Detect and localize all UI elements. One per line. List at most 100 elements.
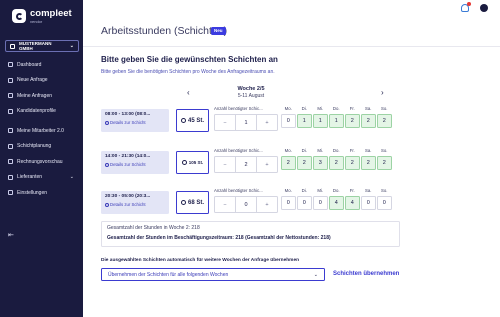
apply-weeks-select[interactable]: Übernehmen der Schichten für alle folgen…	[101, 268, 325, 281]
day-count-field[interactable]: 3	[313, 156, 328, 170]
shift-details-link[interactable]: Details zur Schicht	[105, 202, 165, 207]
day-name: Sa.	[365, 148, 372, 153]
sidebar-item-label: Neue Anfrage	[17, 77, 48, 84]
day-name: Sa.	[365, 106, 372, 111]
shift-count-stepper: −1 +	[214, 114, 278, 131]
logo[interactable]: compleet vendor	[12, 9, 72, 24]
day-count-field[interactable]: 4	[329, 196, 344, 210]
day-column: Fr. 2	[345, 148, 360, 170]
employees-icon	[8, 128, 13, 134]
sidebar-item-my-requests[interactable]: Meine Anfragen	[0, 88, 83, 104]
week-title: Woche 2/5	[237, 86, 265, 92]
apply-shifts-button[interactable]: Schichten übernehmen	[333, 271, 399, 277]
shift-count-value[interactable]: 2	[235, 157, 257, 172]
section-subtext: Bitte geben Sie die benötigten Schichten…	[101, 69, 275, 75]
shift-row: 20:30 - 05:00 (20:3... Details zur Schich…	[101, 188, 401, 223]
shift-hours: 68 St.	[187, 199, 204, 206]
clock-icon	[180, 200, 186, 205]
day-count-field[interactable]: 0	[297, 196, 312, 210]
shift-time: 14:00 - 21:30 (14:0...	[105, 154, 151, 159]
day-name: So.	[381, 188, 388, 193]
page-title: Arbeitsstunden (Schichten)	[101, 25, 228, 37]
chevron-down-icon: ⌄	[69, 174, 74, 181]
hours-summary: Gesamtzahl der Stunden in Woche 2: 218 G…	[101, 221, 400, 247]
info-icon	[105, 202, 109, 207]
notification-bell-icon[interactable]	[461, 2, 471, 12]
shift-time: 20:30 - 05:00 (20:3...	[105, 194, 151, 199]
shift-time: 08:00 - 13:00 (08:0...	[105, 112, 151, 117]
sidebar-item-shift-planning[interactable]: Schichtplanung	[0, 139, 83, 155]
shift-card: 08:00 - 13:00 (08:0... Details zur Schich…	[101, 109, 169, 132]
company-selector[interactable]: MUSTERMANN GMBH ⌄	[5, 40, 79, 52]
sidebar-item-settings[interactable]: Einstellungen	[0, 185, 83, 201]
shift-details-link[interactable]: Details zur Schicht	[105, 120, 165, 125]
stepper-label: Anzahl benötigter Schic...	[214, 188, 263, 193]
day-count-field[interactable]: 4	[345, 196, 360, 210]
day-count-field[interactable]: 0	[281, 114, 296, 128]
requests-icon	[8, 93, 13, 99]
day-count-field[interactable]: 2	[377, 156, 392, 170]
suppliers-icon	[8, 174, 13, 180]
day-count-field[interactable]: 2	[345, 156, 360, 170]
increment-button[interactable]: +	[257, 197, 277, 212]
sidebar-item-suppliers[interactable]: Lieferanten ⌄	[0, 170, 83, 186]
day-grid: Mo. 2 Di. 2 Mi. 3 Do. 2 Fr. 2 Sa. 2 So. 2	[281, 148, 392, 170]
shift-hours-badge: 45 St.	[176, 109, 209, 132]
settings-icon	[8, 190, 13, 196]
day-count-field[interactable]: 1	[313, 114, 328, 128]
day-name: Mo.	[284, 188, 292, 193]
sidebar-item-label: Kandidatenprofile	[17, 108, 56, 115]
day-column: So. 2	[377, 148, 392, 170]
day-column: Mi. 1	[313, 106, 328, 128]
decrement-button[interactable]: −	[215, 157, 235, 172]
day-count-field[interactable]: 2	[281, 156, 296, 170]
increment-button[interactable]: +	[257, 115, 277, 130]
day-count-field[interactable]: 2	[297, 156, 312, 170]
shift-details-label: Details zur Schicht	[110, 162, 146, 167]
header-divider	[83, 46, 500, 47]
logo-name: compleet	[30, 8, 72, 19]
day-name: Mi.	[317, 106, 324, 111]
increment-button[interactable]: +	[257, 157, 277, 172]
user-avatar-icon[interactable]	[480, 4, 488, 12]
sidebar-item-dashboard[interactable]: Dashboard	[0, 57, 83, 73]
day-count-field[interactable]: 2	[345, 114, 360, 128]
day-name: Di.	[301, 148, 307, 153]
day-count-field[interactable]: 2	[377, 114, 392, 128]
sidebar-item-employees[interactable]: Meine Mitarbeiter 2.0	[0, 123, 83, 139]
day-count-field[interactable]: 0	[281, 196, 296, 210]
day-count-field[interactable]: 2	[361, 114, 376, 128]
decrement-button[interactable]: −	[215, 115, 235, 130]
previous-week-icon[interactable]: ‹	[187, 88, 190, 97]
invoice-icon	[8, 159, 13, 165]
decrement-button[interactable]: −	[215, 197, 235, 212]
day-grid: Mo. 0 Di. 1 Mi. 1 Do. 1 Fr. 2 Sa. 2 So. 2	[281, 106, 392, 128]
day-name: Sa.	[365, 188, 372, 193]
shift-hours: 105 St.	[188, 160, 204, 165]
new-badge: Neu	[211, 27, 226, 35]
sidebar-item-invoice-preview[interactable]: Rechnungsvorschau	[0, 154, 83, 170]
next-week-icon[interactable]: ›	[381, 88, 384, 97]
shift-count-value[interactable]: 1	[235, 115, 257, 130]
sidebar: compleet vendor MUSTERMANN GMBH ⌄ Dashbo…	[0, 0, 83, 317]
day-count-field[interactable]: 0	[313, 196, 328, 210]
day-count-field[interactable]: 0	[377, 196, 392, 210]
day-count-field[interactable]: 2	[329, 156, 344, 170]
shift-card: 14:00 - 21:30 (14:0... Details zur Schich…	[101, 151, 169, 174]
day-count-field[interactable]: 2	[361, 156, 376, 170]
day-count-field[interactable]: 1	[329, 114, 344, 128]
apply-label: Die ausgewählten Schichten automatisch f…	[101, 258, 300, 263]
sidebar-item-candidates[interactable]: Kandidatenprofile	[0, 104, 83, 120]
day-count-field[interactable]: 1	[297, 114, 312, 128]
sidebar-item-label: Schichtplanung	[17, 143, 52, 150]
day-column: Do. 1	[329, 106, 344, 128]
shift-count-value[interactable]: 0	[235, 197, 257, 212]
collapse-sidebar-icon[interactable]: ⇤	[8, 231, 14, 239]
sidebar-item-new-request[interactable]: Neue Anfrage	[0, 73, 83, 89]
day-count-field[interactable]: 0	[361, 196, 376, 210]
candidates-icon	[8, 108, 13, 114]
shift-details-link[interactable]: Details zur Schicht	[105, 162, 165, 167]
apply-select-value: Übernehmen der Schichten für alle folgen…	[108, 271, 229, 278]
day-column: Fr. 4	[345, 188, 360, 210]
day-grid: Mo. 0 Di. 0 Mi. 0 Do. 4 Fr. 4 Sa. 0 So. 0	[281, 188, 392, 210]
